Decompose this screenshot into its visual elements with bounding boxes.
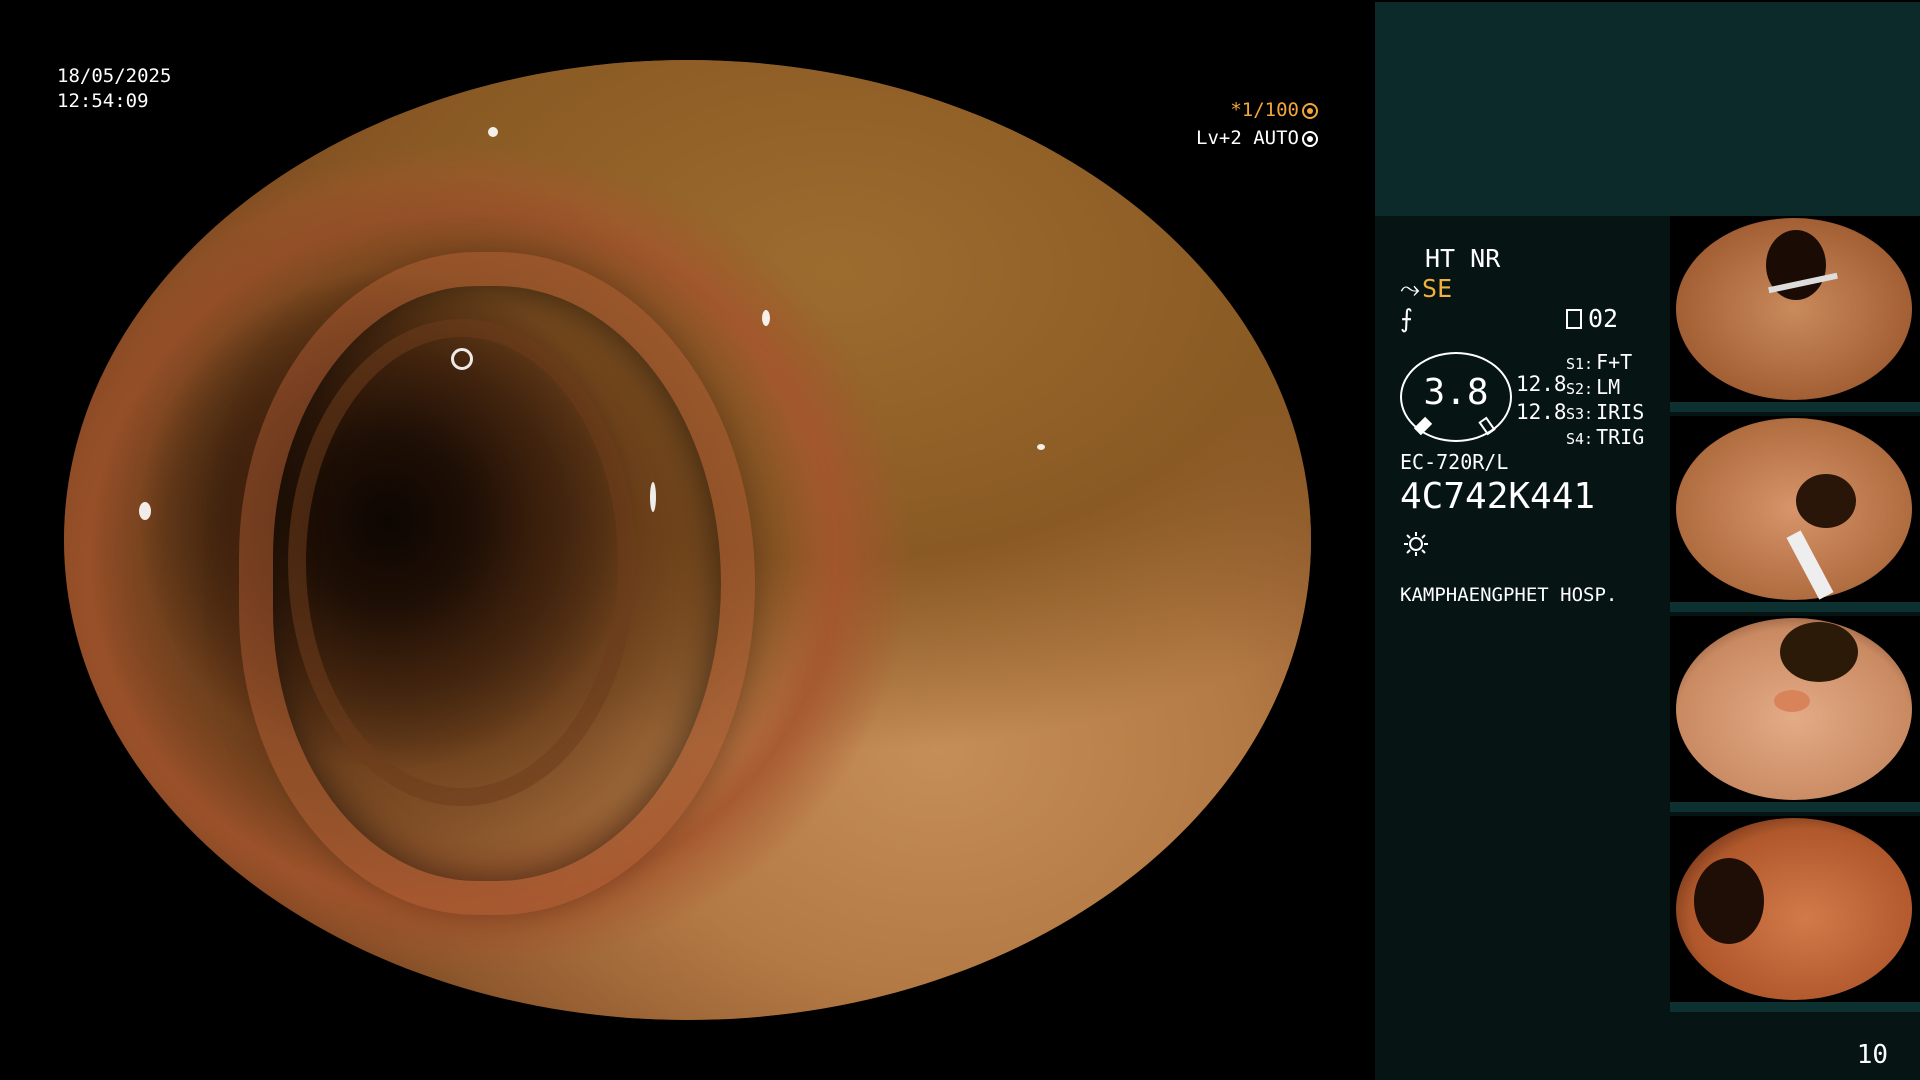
shutter-text: *1/100 [1230,99,1299,121]
inner-fold [288,319,637,807]
thumbnail-image [1676,418,1912,600]
scope-icon: ⤳ [1400,274,1421,303]
record-icon [1566,309,1582,329]
switch-key: S1: [1566,355,1594,373]
switch-row: S1: F+T [1566,350,1632,374]
polyp [1774,690,1810,712]
thumbnail-image [1676,218,1912,400]
thumbnail-lumen [1780,622,1858,682]
time-text: 12:54:09 [57,90,149,112]
thumbnail-image [1676,818,1912,1000]
switch-key: S4: [1566,430,1594,448]
scope-serial: 4C742K441 [1400,476,1596,517]
se-indicator: ⤳SE [1400,274,1452,304]
captured-thumbnail[interactable] [1670,816,1920,1012]
switch-value: LM [1596,375,1621,399]
captured-thumbnail[interactable] [1670,416,1920,612]
gauge-line-2: 12.8 [1516,400,1567,424]
switch-row: S2: LM [1566,375,1620,399]
auto-iris-icon [1302,131,1318,147]
page-number: 10 [1856,1040,1888,1070]
switch-value: F+T [1596,350,1633,374]
level-text: Lv+2 AUTO [1196,127,1299,149]
thumbnail-lumen [1796,474,1856,528]
shutter-icon [1302,103,1318,119]
light-reflection [1036,444,1045,450]
level-readout: Lv+2 AUTO [1196,127,1318,149]
captured-thumbnail[interactable] [1670,216,1920,412]
switch-row: S3: IRIS [1566,400,1644,424]
light-reflection [138,501,151,520]
endoscope-main-view [64,60,1311,1020]
ht-nr-label: HT NR [1425,244,1501,273]
record-count-text: 02 [1588,304,1619,333]
hospital-name: KAMPHAENGPHET HOSP. [1400,584,1618,606]
light-reflection [450,348,473,370]
record-count: 02 [1566,304,1618,333]
shutter-readout: *1/100 [1230,99,1318,121]
switch-value: TRIG [1596,425,1645,449]
switch-row: S4: TRIG [1566,425,1644,449]
switch-value: IRIS [1596,400,1645,424]
scope-model: EC-720R/L [1400,450,1509,474]
light-icon [1404,532,1428,556]
date-time-readout: 18/05/2025 12:54:09 [57,64,171,114]
switch-key: S2: [1566,380,1594,398]
thumbnail-caption-bar [1670,1002,1920,1012]
thumbnail-caption-bar [1670,402,1920,412]
gauge-value: 3.8 [1423,372,1489,413]
switch-key: S3: [1566,405,1594,423]
panel-header-block [1375,2,1920,216]
gauge-line-1: 12.8 [1516,372,1567,396]
se-label: SE [1422,274,1453,303]
instrument [1786,530,1834,600]
date-text: 18/05/2025 [57,65,172,87]
thumbnail-caption-bar [1670,602,1920,612]
f-indicator: ⨍ [1400,304,1414,333]
thumbnail-caption-bar [1670,802,1920,812]
thumbnail-lumen [1694,858,1764,944]
captured-thumbnail[interactable] [1670,616,1920,812]
thumbnail-image [1676,618,1912,800]
